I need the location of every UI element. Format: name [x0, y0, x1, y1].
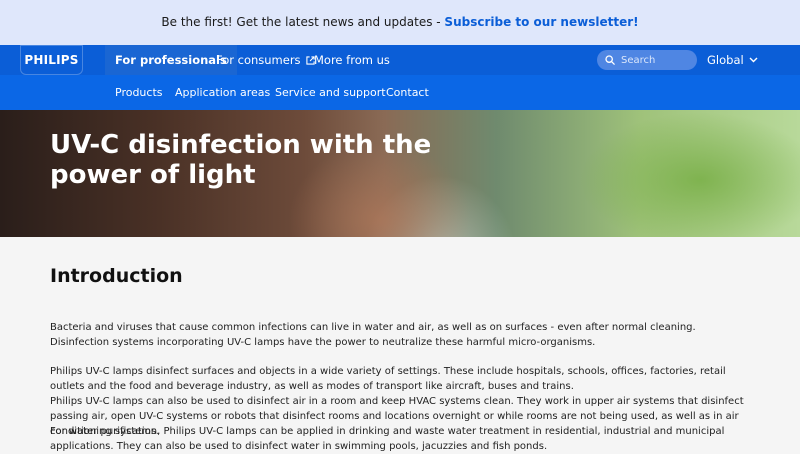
top-navigation: PHILIPS For professionals For consumers …	[0, 45, 800, 75]
search-box[interactable]	[597, 50, 697, 70]
nav-label: For professionals	[115, 53, 227, 67]
search-icon	[605, 55, 621, 65]
region-selector[interactable]: Global	[707, 45, 758, 75]
search-input[interactable]	[621, 54, 691, 66]
philips-logo[interactable]: PHILIPS	[20, 45, 83, 75]
newsletter-banner: Be the first! Get the latest news and up…	[0, 0, 800, 45]
chevron-down-icon	[744, 57, 758, 63]
section-heading: Introduction	[50, 265, 183, 287]
intro-paragraph: Bacteria and viruses that cause common i…	[50, 322, 696, 348]
banner-text: Be the first! Get the latest news and up…	[161, 15, 445, 29]
intro-paragraph: Philips UV-C lamps disinfect surfaces an…	[50, 366, 726, 392]
introduction-section: Introduction Bacteria and viruses that c…	[0, 237, 800, 452]
subnav-products[interactable]: Products	[115, 75, 163, 110]
subscribe-link[interactable]: Subscribe to our newsletter!	[444, 15, 638, 29]
nav-label: For consumers	[216, 53, 301, 67]
sub-navigation: Products Application areas Service and s…	[0, 75, 800, 110]
region-label: Global	[707, 53, 744, 67]
hero-title: UV-C disinfection with the power of ligh…	[50, 130, 432, 190]
subnav-application-areas[interactable]: Application areas	[175, 75, 270, 110]
nav-for-consumers[interactable]: For consumers	[216, 45, 315, 75]
nav-more-from-us[interactable]: More from us	[314, 45, 390, 75]
nav-label: More from us	[314, 53, 390, 67]
subnav-contact[interactable]: Contact	[386, 75, 429, 110]
subnav-service-and-support[interactable]: Service and support	[275, 75, 386, 110]
hero-banner: UV-C disinfection with the power of ligh…	[0, 110, 800, 237]
